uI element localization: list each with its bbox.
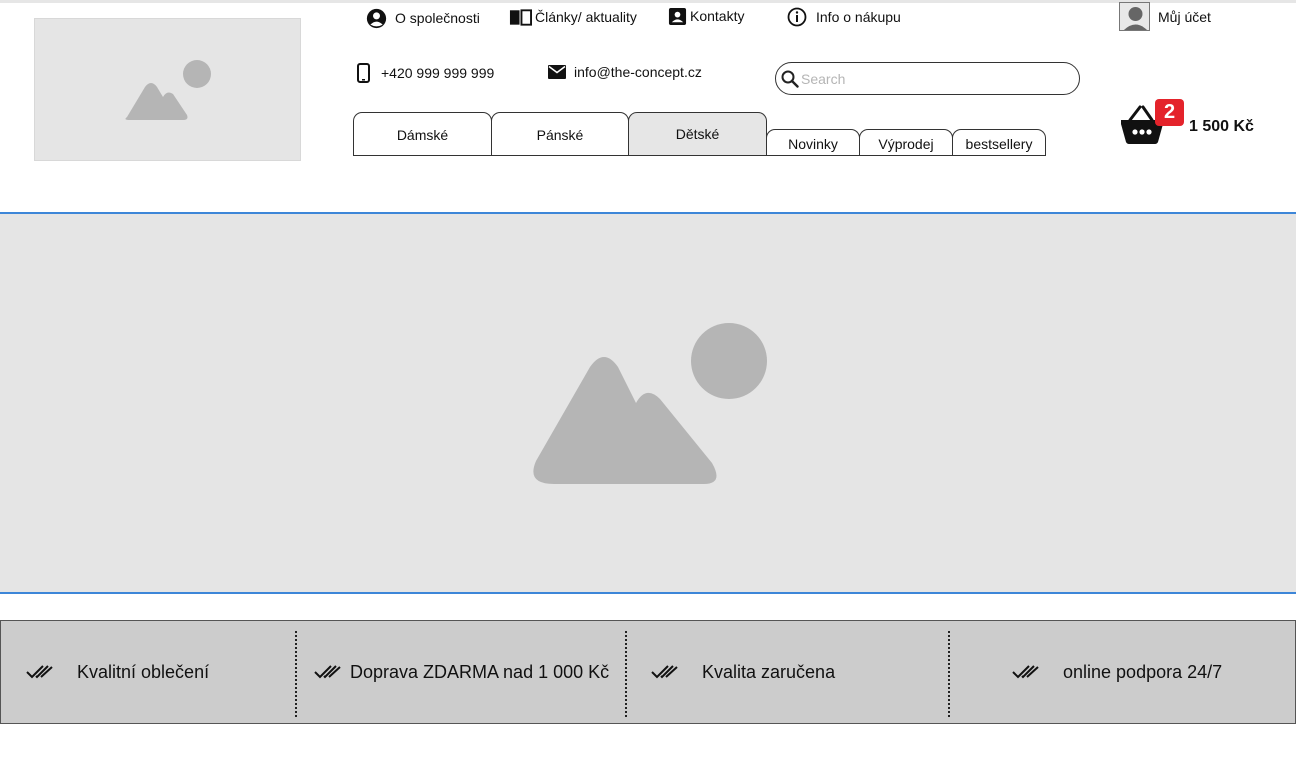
search-input[interactable] <box>801 70 1061 87</box>
benefit-label: Kvalita zaručena <box>702 661 836 682</box>
double-check-icon <box>1012 665 1039 679</box>
email-icon <box>548 65 566 79</box>
double-check-icon <box>314 665 341 679</box>
info-icon <box>787 7 807 27</box>
tab-novinky-label: Novinky <box>788 135 838 152</box>
search-icon <box>781 70 799 88</box>
about-link[interactable]: O společnosti <box>366 8 480 28</box>
contacts-link[interactable]: Kontakty <box>668 6 744 26</box>
contact-card-icon <box>668 7 687 25</box>
phone-contact[interactable]: +420 999 999 999 <box>357 63 494 83</box>
tab-vyprodej[interactable]: Výprodej <box>859 129 953 156</box>
cart-count-badge: 2 <box>1155 99 1184 126</box>
image-placeholder-icon <box>125 60 211 120</box>
benefit-divider <box>625 631 627 717</box>
phone-icon <box>357 63 370 83</box>
account-circle-icon <box>366 8 387 28</box>
benefit-item: Doprava ZDARMA nad 1 000 Kč <box>314 621 609 723</box>
my-account-link[interactable]: Můj účet <box>1119 2 1211 31</box>
image-placeholder-icon <box>533 323 767 484</box>
double-check-icon <box>26 665 53 679</box>
benefit-label: Kvalitní oblečení <box>77 661 210 682</box>
contacts-link-label: Kontakty <box>690 8 745 24</box>
tab-vyprodej-label: Výprodej <box>878 135 934 152</box>
top-border <box>0 0 1296 3</box>
benefit-item: Kvalita zaručena <box>651 621 835 723</box>
tab-bestsellery-label: bestsellery <box>965 135 1033 152</box>
tab-detske-label: Dětské <box>675 126 720 142</box>
benefits-bar: Kvalitní oblečení Doprava ZDARMA nad 1 0… <box>0 620 1296 724</box>
email-contact[interactable]: info@the-concept.cz <box>548 62 702 82</box>
search-box[interactable] <box>775 62 1080 95</box>
benefit-label: Doprava ZDARMA nad 1 000 Kč <box>350 661 610 682</box>
tabs-baseline <box>353 155 1046 156</box>
cart-button[interactable]: 2 <box>1120 98 1186 148</box>
tab-panske[interactable]: Pánské <box>491 112 629 156</box>
benefit-divider <box>295 631 297 717</box>
articles-link-label: Články/ aktuality <box>535 9 637 25</box>
purchase-info-link-label: Info o nákupu <box>816 9 901 25</box>
my-account-label: Můj účet <box>1158 8 1211 25</box>
email-address: info@the-concept.cz <box>574 64 702 80</box>
tab-panske-label: Pánské <box>536 126 584 143</box>
benefit-label: online podpora 24/7 <box>1063 661 1223 682</box>
double-check-icon <box>651 665 678 679</box>
avatar-icon <box>1119 2 1150 31</box>
benefit-item: Kvalitní oblečení <box>26 621 209 723</box>
book-icon <box>509 9 532 26</box>
tab-detske[interactable]: Dětské <box>628 112 767 156</box>
phone-number: +420 999 999 999 <box>381 65 495 81</box>
tab-novinky[interactable]: Novinky <box>766 129 860 156</box>
benefit-divider <box>948 631 950 717</box>
hero-banner[interactable] <box>0 212 1296 594</box>
tab-damske-label: Dámské <box>396 126 449 143</box>
about-link-label: O společnosti <box>395 10 480 26</box>
tab-bestsellery[interactable]: bestsellery <box>952 129 1046 156</box>
benefit-item: online podpora 24/7 <box>1012 621 1222 723</box>
tab-damske[interactable]: Dámské <box>353 112 492 156</box>
purchase-info-link[interactable]: Info o nákupu <box>787 7 901 27</box>
cart-total: 1 500 Kč <box>1189 118 1254 135</box>
logo-placeholder[interactable] <box>34 18 301 161</box>
articles-link[interactable]: Články/ aktuality <box>509 7 637 27</box>
